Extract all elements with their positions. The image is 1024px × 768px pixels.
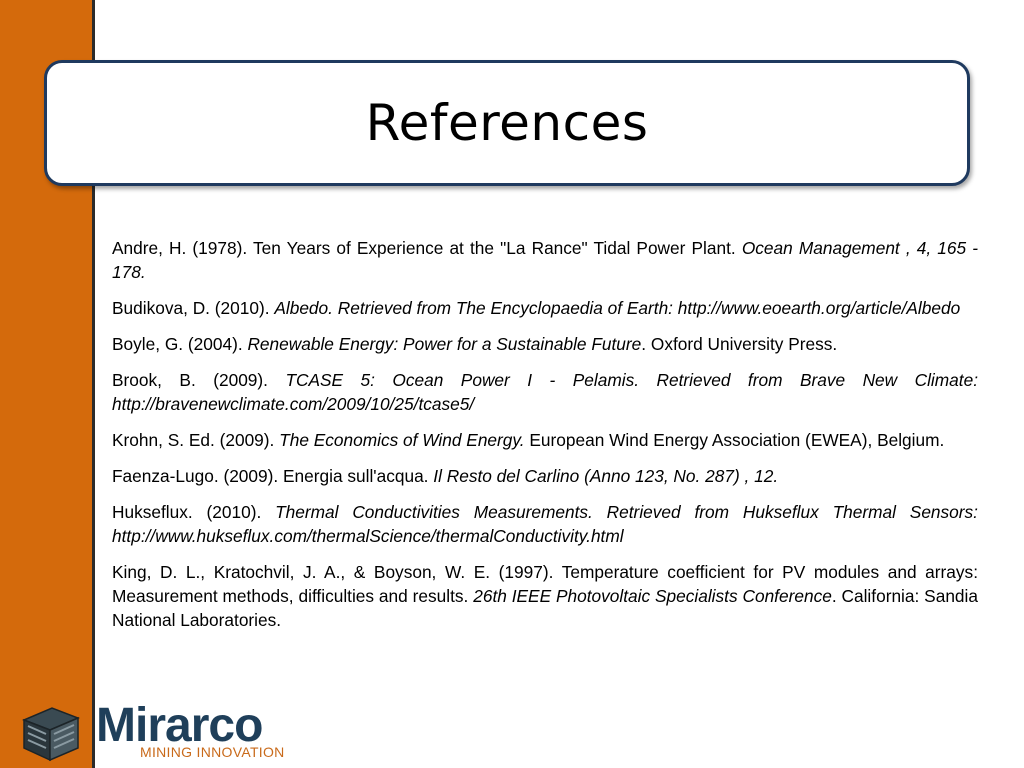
reference-item: Andre, H. (1978). Ten Years of Experienc… bbox=[112, 236, 978, 284]
slide-title: References bbox=[365, 94, 649, 152]
reference-source: Il Resto del Carlino (Anno 123, No. 287)… bbox=[433, 466, 779, 486]
reference-text: Andre, H. (1978). Ten Years of Experienc… bbox=[112, 238, 742, 258]
reference-text: Brook, B. (2009). bbox=[112, 370, 286, 390]
reference-tail: European Wind Energy Association (EWEA),… bbox=[524, 430, 945, 450]
reference-item: Hukseflux. (2010). Thermal Conductivitie… bbox=[112, 500, 978, 548]
logo-tagline: MINING INNOVATION bbox=[140, 744, 285, 760]
reference-item: Budikova, D. (2010). Albedo. Retrieved f… bbox=[112, 296, 978, 320]
reference-item: Krohn, S. Ed. (2009). The Economics of W… bbox=[112, 428, 978, 452]
reference-text: Budikova, D. (2010). bbox=[112, 298, 275, 318]
reference-text: Faenza-Lugo. (2009). Energia sull'acqua. bbox=[112, 466, 434, 486]
reference-source: Albedo. Retrieved from The Encyclopaedia… bbox=[274, 298, 961, 318]
reference-item: Faenza-Lugo. (2009). Energia sull'acqua.… bbox=[112, 464, 978, 488]
reference-item: Brook, B. (2009). TCASE 5: Ocean Power I… bbox=[112, 368, 978, 416]
reference-item: King, D. L., Kratochvil, J. A., & Boyson… bbox=[112, 560, 978, 632]
reference-text: Boyle, G. (2004). bbox=[112, 334, 248, 354]
mirarco-logo: Mirarco MINING INNOVATION bbox=[16, 700, 316, 766]
reference-source: The Economics of Wind Energy. bbox=[279, 430, 525, 450]
reference-item: Boyle, G. (2004). Renewable Energy: Powe… bbox=[112, 332, 978, 356]
mining-cube-icon bbox=[22, 707, 80, 762]
reference-text: Krohn, S. Ed. (2009). bbox=[112, 430, 280, 450]
reference-source: Renewable Energy: Power for a Sustainabl… bbox=[247, 334, 642, 354]
title-box: References bbox=[44, 60, 970, 186]
references-list: Andre, H. (1978). Ten Years of Experienc… bbox=[112, 236, 978, 644]
reference-text: Hukseflux. (2010). bbox=[112, 502, 276, 522]
reference-source: 26th IEEE Photovoltaic Specialists Confe… bbox=[473, 586, 832, 606]
reference-tail: . Oxford University Press. bbox=[641, 334, 838, 354]
